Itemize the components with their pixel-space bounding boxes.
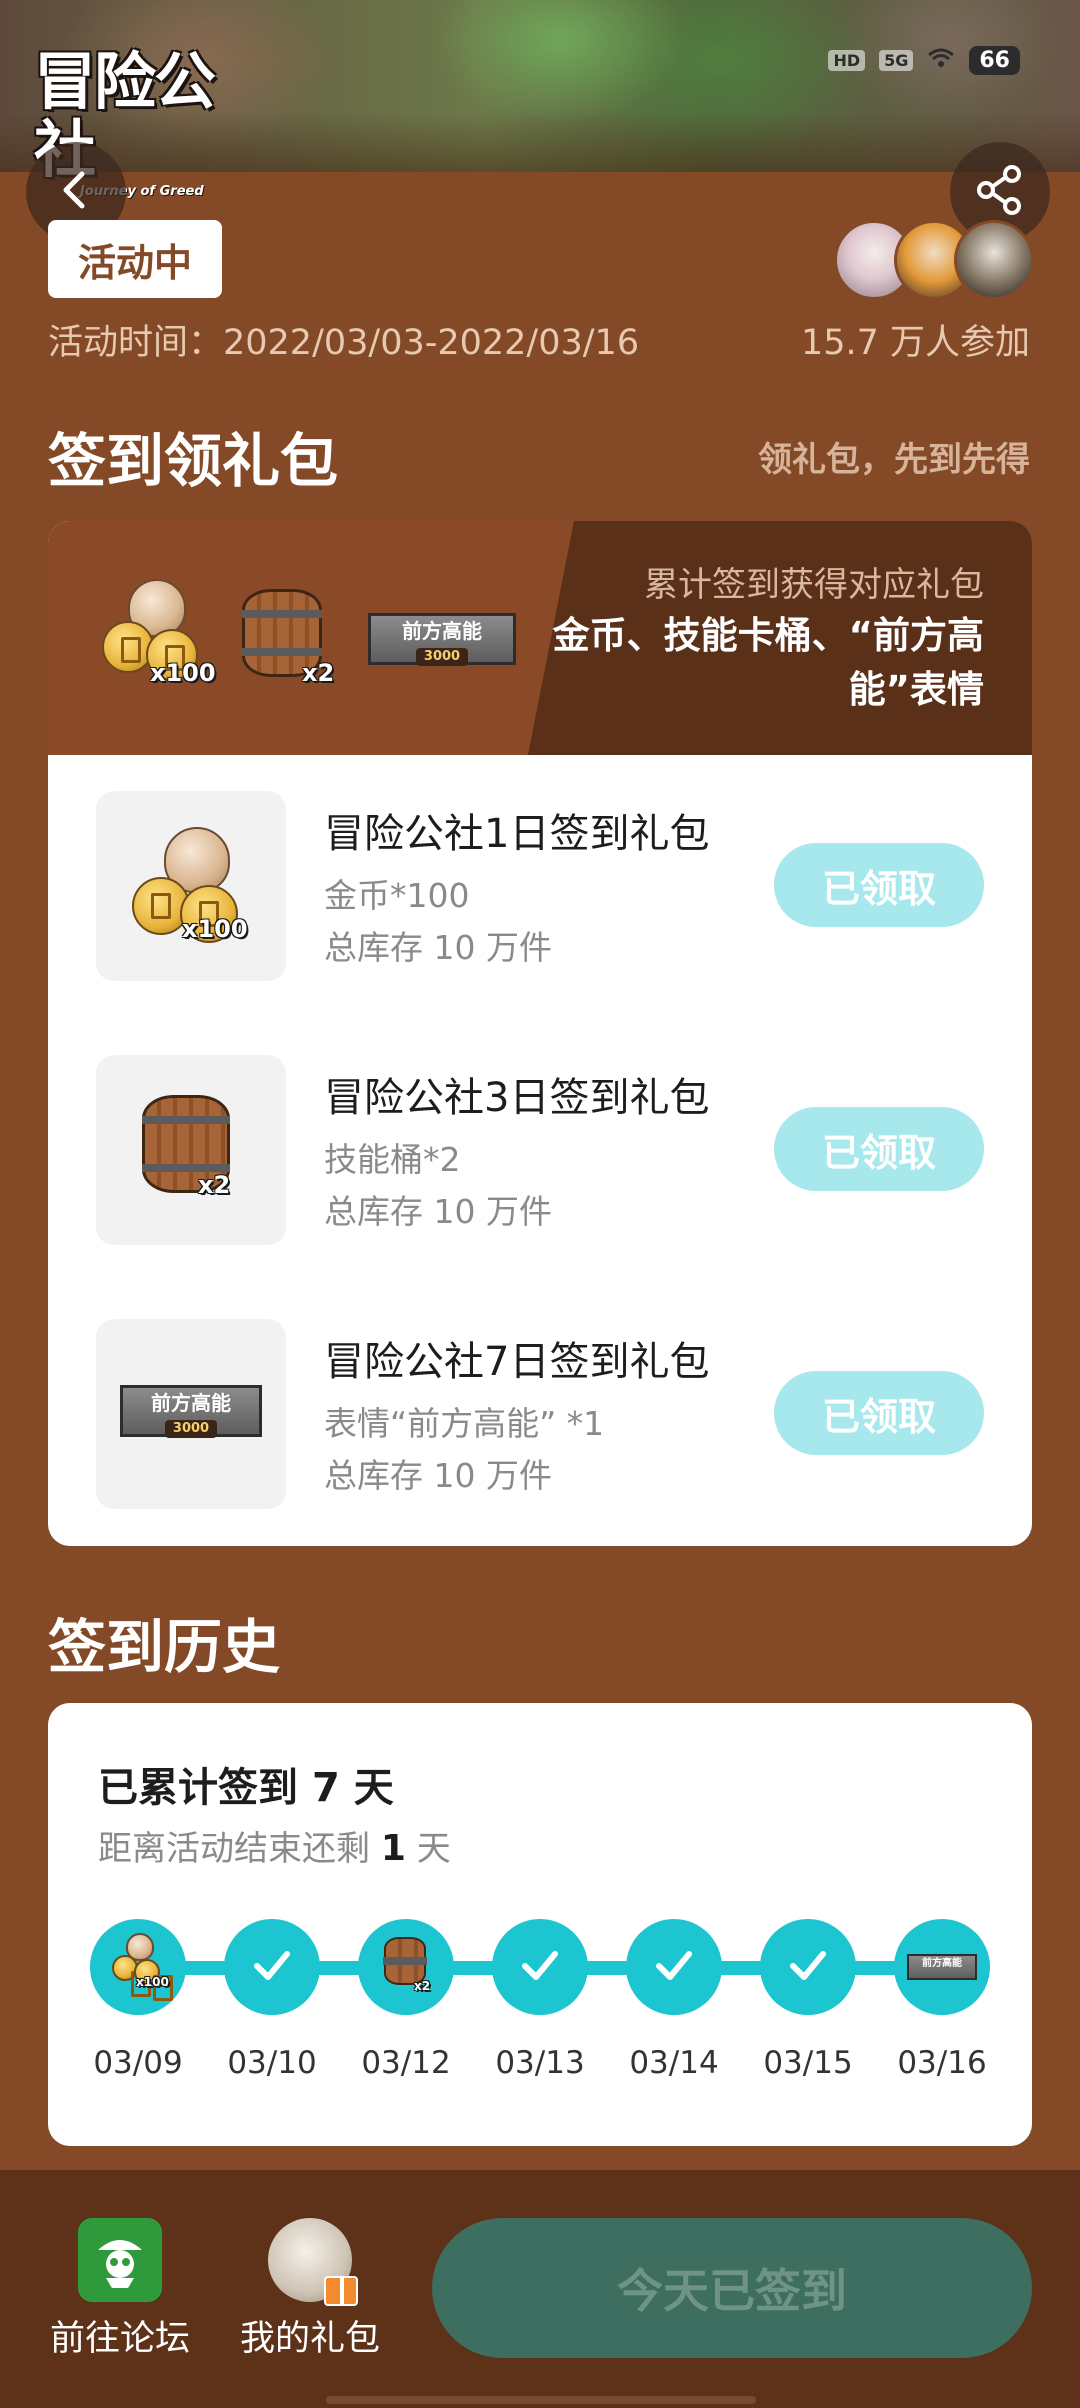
reward-header-title: 金币、技能卡桶、“前方高能”表情 bbox=[552, 614, 984, 711]
reward-header: x100 x2 前方高能 3000 累计签到获得对应礼包 金币、技能卡桶、“前方… bbox=[48, 521, 1032, 755]
timeline-day bbox=[760, 1919, 856, 2015]
reward-header-subtitle: 累计签到获得对应礼包 bbox=[644, 565, 984, 605]
reward-row: x100 冒险公社1日签到礼包 金币*100 总库存 10 万件 已领取 bbox=[48, 791, 1032, 981]
timeline-date: 03/13 bbox=[495, 2045, 585, 2081]
claimed-button[interactable]: 已领取 bbox=[774, 1371, 984, 1455]
game-logo: 冒险公社 Journey of Greed bbox=[34, 48, 244, 200]
reward-thumbnail: x2 bbox=[96, 1055, 286, 1245]
activity-status-badge: 活动中 bbox=[48, 220, 222, 298]
timeline-date: 03/16 bbox=[897, 2045, 987, 2081]
network-indicator: 5G bbox=[879, 50, 914, 71]
coin-multiplier: x100 bbox=[150, 659, 216, 687]
forum-label: 前往论坛 bbox=[49, 2319, 190, 2359]
reward-stock: 总库存 10 万件 bbox=[324, 1456, 552, 1495]
reward-row: x2 冒险公社3日签到礼包 技能桶*2 总库存 10 万件 已领取 bbox=[48, 1055, 1032, 1245]
barrel-icon: x2 bbox=[383, 1937, 434, 1999]
coin-bag-icon: x100 bbox=[98, 573, 228, 693]
reward-title: 冒险公社1日签到礼包 bbox=[324, 811, 710, 857]
reward-stock: 总库存 10 万件 bbox=[324, 1192, 552, 1231]
emote-badge-icon: 前方高能 3000 bbox=[120, 1385, 262, 1438]
gift-box-icon bbox=[324, 2276, 358, 2306]
header-banner: 冒险公社 Journey of Greed HD 5G 66 bbox=[0, 0, 1080, 200]
reward-thumbnail: 前方高能 3000 bbox=[96, 1319, 286, 1509]
reward-thumbnail: x100 bbox=[96, 791, 286, 981]
signin-section-hint: 领礼包，先到先得 bbox=[758, 440, 1030, 480]
home-indicator bbox=[326, 2396, 756, 2404]
page: 冒险公社 Journey of Greed HD 5G 66 活动中 活动时间：… bbox=[0, 0, 1080, 2408]
days-remaining: 距离活动结束还剩 1 天 bbox=[98, 1828, 451, 1869]
gift-avatar-icon bbox=[268, 2218, 358, 2306]
avatar bbox=[954, 220, 1034, 300]
reward-card: x100 x2 前方高能 3000 累计签到获得对应礼包 金币、技能卡桶、“前方… bbox=[48, 521, 1032, 1546]
timeline-date: 03/10 bbox=[227, 2045, 317, 2081]
gifts-label: 我的礼包 bbox=[239, 2319, 380, 2359]
check-icon bbox=[249, 1942, 295, 1992]
status-bar: HD 5G 66 bbox=[828, 46, 1020, 75]
claimed-button[interactable]: 已领取 bbox=[774, 843, 984, 927]
reward-desc: 技能桶*2 bbox=[324, 1140, 461, 1179]
hd-indicator: HD bbox=[828, 50, 866, 71]
timeline-day bbox=[224, 1919, 320, 2015]
reward-desc: 金币*100 bbox=[324, 876, 470, 915]
reward-row: 前方高能 3000 冒险公社7日签到礼包 表情“前方高能” *1 总库存 10 … bbox=[48, 1319, 1032, 1509]
reward-title: 冒险公社3日签到礼包 bbox=[324, 1075, 710, 1121]
history-section-title: 签到历史 bbox=[48, 1613, 281, 1681]
participant-avatars bbox=[834, 220, 1034, 300]
bottom-action-bar: 前往论坛 我的礼包 今天已签到 bbox=[0, 2170, 1080, 2408]
signed-in-today-button[interactable]: 今天已签到 bbox=[432, 2218, 1032, 2358]
go-to-forum-button[interactable]: 前往论坛 bbox=[40, 2218, 200, 2361]
reward-title: 冒险公社7日签到礼包 bbox=[324, 1339, 710, 1385]
total-signin-days: 已累计签到 7 天 bbox=[98, 1765, 394, 1811]
signin-section-title: 签到领礼包 bbox=[48, 427, 339, 495]
claimed-button[interactable]: 已领取 bbox=[774, 1107, 984, 1191]
history-card: 已累计签到 7 天 距离活动结束还剩 1 天 x100 x2 前方高能 03/0… bbox=[48, 1703, 1032, 2146]
check-icon bbox=[517, 1942, 563, 1992]
reward-stock: 总库存 10 万件 bbox=[324, 928, 552, 967]
forum-icon bbox=[78, 2218, 162, 2302]
barrel-icon: x2 bbox=[238, 573, 338, 693]
share-icon bbox=[972, 162, 1028, 222]
battery-level: 66 bbox=[969, 46, 1020, 75]
timeline-date: 03/09 bbox=[93, 2045, 183, 2081]
check-icon bbox=[785, 1942, 831, 1992]
timeline-day: x100 bbox=[90, 1919, 186, 2015]
activity-time: 活动时间：2022/03/03-2022/03/16 bbox=[48, 323, 640, 363]
check-icon bbox=[651, 1942, 697, 1992]
reward-preview-icons: x100 x2 前方高能 3000 bbox=[98, 573, 518, 703]
timeline-day: x2 bbox=[358, 1919, 454, 2015]
barrel-icon: x2 bbox=[142, 1095, 242, 1215]
coin-bag-icon: x100 bbox=[124, 823, 264, 953]
chevron-left-icon bbox=[54, 168, 98, 216]
emote-badge-icon: 前方高能 3000 bbox=[368, 613, 516, 666]
coin-bag-icon: x100 bbox=[108, 1933, 173, 2001]
my-gifts-button[interactable]: 我的礼包 bbox=[230, 2218, 390, 2361]
barrel-multiplier: x2 bbox=[302, 659, 335, 687]
timeline-date: 03/14 bbox=[629, 2045, 719, 2081]
emote-badge-icon: 前方高能 bbox=[907, 1954, 977, 1980]
timeline-day bbox=[492, 1919, 588, 2015]
timeline-day bbox=[626, 1919, 722, 2015]
timeline-date: 03/12 bbox=[361, 2045, 451, 2081]
participant-count: 15.7 万人参加 bbox=[800, 323, 1030, 363]
timeline-day: 前方高能 bbox=[894, 1919, 990, 2015]
reward-desc: 表情“前方高能” *1 bbox=[324, 1404, 605, 1443]
timeline-date: 03/15 bbox=[763, 2045, 853, 2081]
wifi-icon bbox=[927, 47, 955, 75]
